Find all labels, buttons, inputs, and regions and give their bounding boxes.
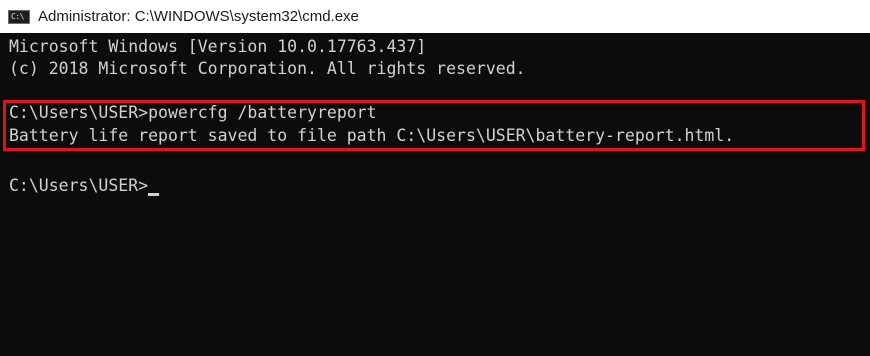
- console-line: (c) 2018 Microsoft Corporation. All righ…: [9, 59, 526, 78]
- command-prompt[interactable]: C:\Users\USER>: [9, 175, 160, 197]
- prompt-text: C:\Users\USER>: [9, 176, 149, 195]
- window-title: Administrator: C:\WINDOWS\system32\cmd.e…: [38, 8, 359, 25]
- console-output[interactable]: Microsoft Windows [Version 10.0.17763.43…: [0, 33, 870, 356]
- cmd-icon: C:\: [8, 9, 30, 24]
- title-bar[interactable]: C:\ Administrator: C:\WINDOWS\system32\c…: [0, 0, 870, 33]
- highlight-box: [3, 100, 865, 151]
- cmd-window: C:\ Administrator: C:\WINDOWS\system32\c…: [0, 0, 870, 356]
- console-line: Microsoft Windows [Version 10.0.17763.43…: [9, 37, 427, 56]
- text-cursor: [148, 193, 160, 196]
